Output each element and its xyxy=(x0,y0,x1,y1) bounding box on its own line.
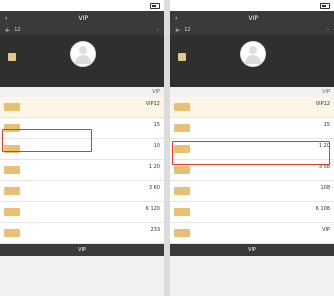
login-button[interactable] xyxy=(8,53,16,61)
right-phone-screen: ‹ VIP 🔈 12 › VIP VIP12 15 1 20 3 58 108 6 108… xyxy=(170,0,334,296)
profile-subtitle xyxy=(0,75,164,80)
avatar xyxy=(240,41,266,67)
page-title: VIP xyxy=(78,14,88,22)
subscribe-button[interactable] xyxy=(174,229,190,237)
profile-name xyxy=(170,67,334,73)
promo-banner[interactable]: 🔈 12 › xyxy=(0,25,164,35)
plan-description xyxy=(20,171,160,178)
login-button[interactable] xyxy=(178,53,186,61)
plan-row: 3 60 xyxy=(0,181,164,202)
plan-description xyxy=(190,192,330,199)
plan-row: 233 xyxy=(0,223,164,244)
plan-title: 3 60 xyxy=(148,184,160,191)
plan-description xyxy=(20,234,160,241)
plan-description xyxy=(20,213,160,220)
plan-list: VIP12 15 1 20 3 58 108 6 108 VIP xyxy=(170,97,334,244)
profile-subtitle xyxy=(170,75,334,80)
chevron-right-icon: › xyxy=(327,27,329,33)
profile-section xyxy=(170,35,334,87)
plan-title: VIP12 xyxy=(315,100,330,107)
plan-title: 233 xyxy=(150,226,160,233)
promo-banner-text: 12 xyxy=(14,27,21,33)
battery-icon xyxy=(150,2,160,9)
status-bar xyxy=(0,0,164,11)
plan-description xyxy=(190,213,330,220)
plan-description xyxy=(190,108,330,115)
chevron-right-icon: › xyxy=(157,27,159,33)
subscribe-button[interactable] xyxy=(4,229,20,237)
footer-bar[interactable]: VIP xyxy=(170,244,334,256)
plan-title: 108 xyxy=(320,184,330,191)
plan-row: 6 120 xyxy=(0,202,164,223)
plan-title: VIP12 xyxy=(145,100,160,107)
plan-title: 15 xyxy=(323,121,330,128)
plan-description xyxy=(190,171,330,178)
plan-title: VIP xyxy=(322,226,330,233)
page-title: VIP xyxy=(248,14,258,22)
plan-title: 6 120 xyxy=(145,205,160,212)
status-bar xyxy=(170,0,334,11)
subscribe-button[interactable] xyxy=(4,166,20,174)
plan-row: 6 108 xyxy=(170,202,334,223)
left-phone-screen: ‹ VIP 🔈 12 › VIP VIP12 15 10 1 20 3 60 6 120 2… xyxy=(0,0,164,296)
promo-banner[interactable]: 🔈 12 › xyxy=(170,25,334,35)
battery-icon xyxy=(320,2,330,9)
subscribe-button[interactable] xyxy=(174,208,190,216)
plan-row: VIP12 xyxy=(0,97,164,118)
plan-row: 1 20 xyxy=(0,160,164,181)
speaker-icon: 🔈 xyxy=(5,27,12,33)
plan-row: VIP xyxy=(170,223,334,244)
profile-name xyxy=(0,67,164,73)
section-header: VIP xyxy=(170,87,334,97)
plan-list: VIP12 15 10 1 20 3 60 6 120 233 xyxy=(0,97,164,244)
plan-title: 1 20 xyxy=(148,163,160,170)
subscribe-button[interactable] xyxy=(4,103,20,111)
plan-description xyxy=(20,108,160,115)
plan-description xyxy=(190,129,330,136)
plan-description xyxy=(20,192,160,199)
section-header: VIP xyxy=(0,87,164,97)
highlight-box xyxy=(2,129,92,152)
profile-section xyxy=(0,35,164,87)
plan-description xyxy=(190,234,330,241)
speaker-icon: 🔈 xyxy=(175,27,182,33)
section-right-label: VIP xyxy=(152,89,160,95)
subscribe-button[interactable] xyxy=(4,208,20,216)
promo-banner-text: 12 xyxy=(184,27,191,33)
plan-row: 15 xyxy=(170,118,334,139)
subscribe-button[interactable] xyxy=(174,166,190,174)
plan-title: 15 xyxy=(153,121,160,128)
plan-row: 108 xyxy=(170,181,334,202)
back-icon[interactable]: ‹ xyxy=(175,15,177,22)
highlight-box xyxy=(172,141,330,165)
footer-bar[interactable]: VIP xyxy=(0,244,164,256)
subscribe-button[interactable] xyxy=(174,124,190,132)
nav-bar: ‹ VIP xyxy=(0,11,164,25)
subscribe-button[interactable] xyxy=(174,187,190,195)
avatar xyxy=(70,41,96,67)
subscribe-button[interactable] xyxy=(174,103,190,111)
back-icon[interactable]: ‹ xyxy=(5,15,7,22)
section-right-label: VIP xyxy=(322,89,330,95)
nav-bar: ‹ VIP xyxy=(170,11,334,25)
plan-row: VIP12 xyxy=(170,97,334,118)
plan-title: 6 108 xyxy=(315,205,330,212)
subscribe-button[interactable] xyxy=(4,187,20,195)
